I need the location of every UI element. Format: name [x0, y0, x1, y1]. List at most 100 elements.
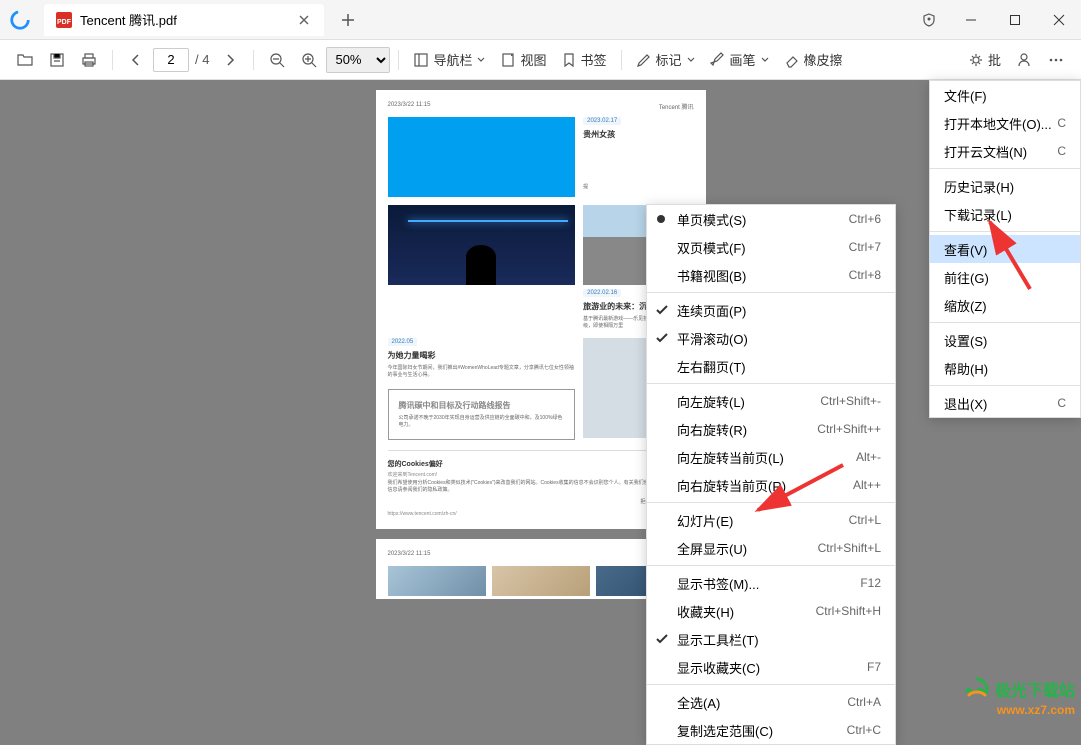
- menu-help[interactable]: 帮助(H): [930, 354, 1080, 382]
- article-title: 为她力量喝彩: [388, 350, 576, 361]
- approve-label: 批: [988, 50, 1001, 69]
- menu-select-all[interactable]: 全选(A)Ctrl+A: [647, 688, 895, 716]
- eraser-label: 橡皮擦: [804, 50, 843, 69]
- new-tab-button[interactable]: [332, 4, 364, 36]
- pdf-icon: PDF: [56, 12, 72, 28]
- user-icon: [1016, 52, 1032, 68]
- bookmark-label: 书签: [581, 50, 607, 69]
- concert-image: [388, 205, 576, 285]
- annotation-arrow: [748, 460, 848, 520]
- approve-button[interactable]: 批: [962, 45, 1007, 75]
- close-icon: [299, 15, 309, 25]
- bookmark-button[interactable]: 书签: [555, 45, 613, 75]
- document-viewport[interactable]: 2023/3/22 11:15 Tencent 腾讯 2023.02.17 贵州…: [0, 80, 1081, 721]
- menu-exit[interactable]: 退出(X)C: [930, 389, 1080, 417]
- titlebar: PDF Tencent 腾讯.pdf: [0, 0, 1081, 40]
- menu-history[interactable]: 历史记录(H): [930, 172, 1080, 200]
- menu-double-page[interactable]: 双页模式(F)Ctrl+7: [647, 233, 895, 261]
- shield-icon: [922, 13, 936, 27]
- mark-button[interactable]: 标记: [630, 45, 702, 75]
- menu-show-favorites[interactable]: 显示收藏夹(C)F7: [647, 653, 895, 681]
- next-page-button[interactable]: [215, 45, 245, 75]
- menu-single-page[interactable]: 单页模式(S)Ctrl+6: [647, 205, 895, 233]
- pen-label: 画笔: [730, 50, 756, 69]
- watermark-url: www.xz7.com: [997, 703, 1075, 717]
- pen-button[interactable]: 画笔: [704, 45, 776, 75]
- zoom-out-icon: [269, 52, 285, 68]
- plus-icon: [341, 13, 355, 27]
- menu-show-toolbar[interactable]: 显示工具栏(T): [647, 625, 895, 653]
- chevron-left-icon: [129, 53, 143, 67]
- print-icon: [80, 51, 98, 69]
- sidebar-icon: [413, 52, 429, 68]
- maximize-button[interactable]: [993, 0, 1037, 40]
- print-button[interactable]: [74, 45, 104, 75]
- chevron-down-icon: [760, 55, 770, 65]
- more-icon: [1048, 52, 1064, 68]
- menu-rotate-left[interactable]: 向左旋转(L)Ctrl+Shift+-: [647, 387, 895, 415]
- document-tab[interactable]: PDF Tencent 腾讯.pdf: [44, 4, 324, 36]
- page-icon: [500, 52, 516, 68]
- svg-text:PDF: PDF: [57, 19, 72, 26]
- minimize-icon: [965, 14, 977, 26]
- highlighter-icon: [636, 52, 652, 68]
- close-tab-button[interactable]: [296, 12, 312, 28]
- article-text: 今年国际妇女节期间，我们推出#WomenWhoLead专题文章，分享腾讯七位女性…: [388, 365, 576, 379]
- menu-book-view[interactable]: 书籍视图(B)Ctrl+8: [647, 261, 895, 289]
- minimize-button[interactable]: [949, 0, 993, 40]
- eraser-button[interactable]: 橡皮擦: [778, 45, 849, 75]
- maximize-icon: [1009, 14, 1021, 26]
- page-brand: Tencent 腾讯: [659, 102, 694, 111]
- nav-panel-button[interactable]: 导航栏: [407, 45, 492, 75]
- menu-smooth-scroll[interactable]: 平滑滚动(O): [647, 324, 895, 352]
- menu-continuous[interactable]: 连续页面(P): [647, 296, 895, 324]
- check-icon: [655, 331, 669, 345]
- prev-page-button[interactable]: [121, 45, 151, 75]
- zoom-in-icon: [301, 52, 317, 68]
- check-icon: [655, 303, 669, 317]
- close-icon: [1053, 14, 1065, 26]
- watermark-brand: 极光下载站: [995, 677, 1075, 701]
- menu-open-local[interactable]: 打开本地文件(O)...C: [930, 109, 1080, 137]
- page-timestamp: 2023/3/22 11:15: [388, 551, 431, 560]
- open-button[interactable]: [10, 45, 40, 75]
- menu-zoom[interactable]: 缩放(Z): [930, 291, 1080, 319]
- menu-rotate-right[interactable]: 向右旋转(R)Ctrl+Shift++: [647, 415, 895, 443]
- view-mode-button[interactable]: 视图: [494, 45, 552, 75]
- article-date: 2022.05: [388, 338, 418, 346]
- aurora-logo-icon: [963, 675, 991, 703]
- article-date: 2023.02.17: [583, 117, 621, 125]
- menu-settings[interactable]: 设置(S): [930, 326, 1080, 354]
- article-date: 2022.02.16: [583, 289, 621, 297]
- bookmark-icon: [561, 52, 577, 68]
- menu-file[interactable]: 文件(F): [930, 81, 1080, 109]
- save-button[interactable]: [42, 45, 72, 75]
- menu-copy-selection[interactable]: 复制选定范围(C)Ctrl+C: [647, 716, 895, 744]
- eraser-icon: [784, 52, 800, 68]
- article-snippet: 提: [583, 184, 693, 191]
- menu-open-cloud[interactable]: 打开云文档(N)C: [930, 137, 1080, 165]
- report-text: 公司承诺不晚于2030年实现自身运营及供应链的全面碳中和，及100%绿色电力。: [399, 415, 565, 429]
- pen-icon: [710, 52, 726, 68]
- zoom-select[interactable]: 50%: [326, 47, 390, 73]
- close-window-button[interactable]: [1037, 0, 1081, 40]
- check-icon: [655, 632, 669, 646]
- page-number-input[interactable]: [153, 48, 189, 72]
- menu-favorites[interactable]: 收藏夹(H)Ctrl+Shift+H: [647, 597, 895, 625]
- menu-fullscreen[interactable]: 全屏显示(U)Ctrl+Shift+L: [647, 534, 895, 562]
- mark-label: 标记: [656, 50, 682, 69]
- more-button[interactable]: [1041, 45, 1071, 75]
- chevron-down-icon: [476, 55, 486, 65]
- page-total: / 4: [195, 52, 209, 67]
- zoom-out-button[interactable]: [262, 45, 292, 75]
- menu-show-bookmark[interactable]: 显示书签(M)...F12: [647, 569, 895, 597]
- hero-image: [388, 117, 576, 197]
- zoom-in-button[interactable]: [294, 45, 324, 75]
- folder-icon: [16, 51, 34, 69]
- app-logo: [0, 0, 40, 40]
- tab-title: Tencent 腾讯.pdf: [80, 10, 177, 29]
- user-button[interactable]: [1009, 45, 1039, 75]
- annotation-arrow: [980, 214, 1040, 294]
- menu-flip-lr[interactable]: 左右翻页(T): [647, 352, 895, 380]
- shield-button[interactable]: [909, 0, 949, 40]
